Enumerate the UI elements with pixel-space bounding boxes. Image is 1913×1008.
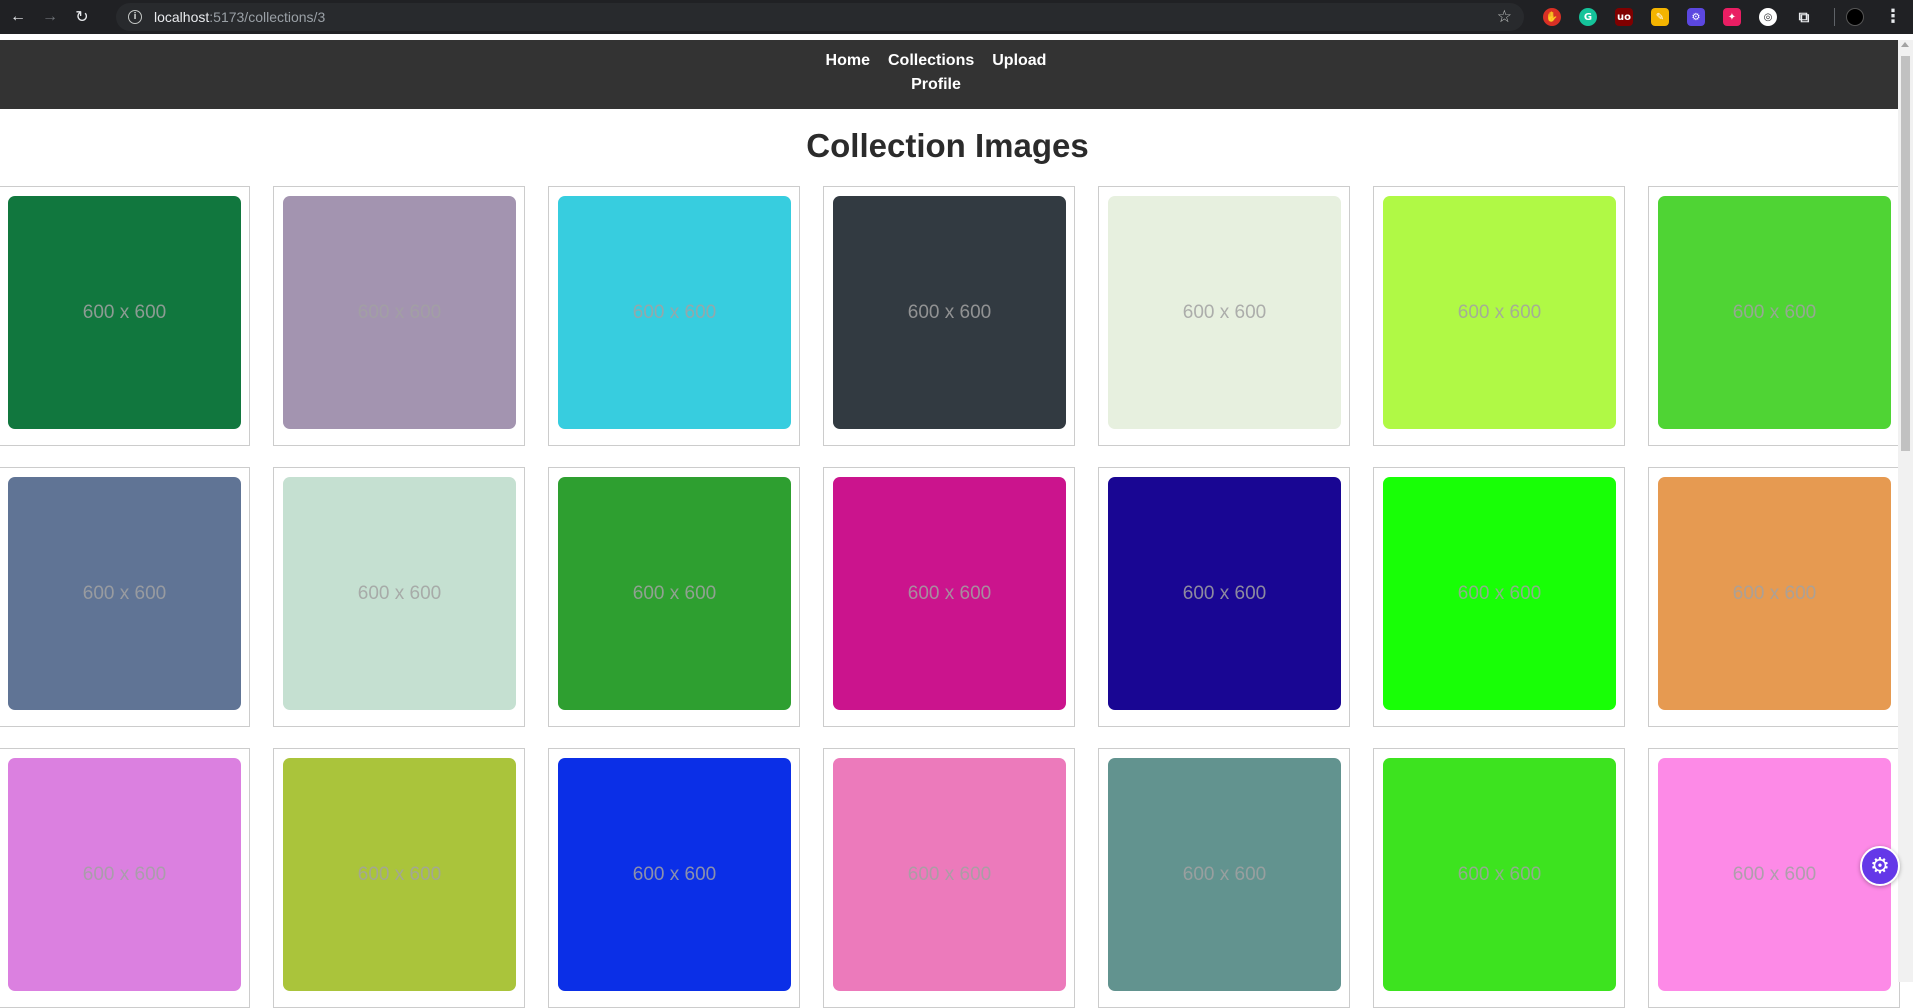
- placeholder-image[interactable]: 600 x 600: [558, 758, 791, 991]
- placeholder-image[interactable]: 600 x 600: [558, 196, 791, 429]
- placeholder-image[interactable]: 600 x 600: [1658, 477, 1891, 710]
- image-size-label: 600 x 600: [82, 863, 167, 885]
- placeholder-image[interactable]: 600 x 600: [833, 477, 1066, 710]
- profile-avatar[interactable]: [1846, 8, 1864, 26]
- url-host: localhost: [154, 9, 210, 25]
- image-size-label: 600 x 600: [1457, 582, 1542, 604]
- image-card[interactable]: 600 x 600: [0, 467, 250, 727]
- image-card[interactable]: 600 x 600: [548, 467, 800, 727]
- image-size-label: 600 x 600: [82, 582, 167, 604]
- image-card[interactable]: 600 x 600: [1098, 748, 1350, 1008]
- image-card[interactable]: 600 x 600: [823, 748, 1075, 1008]
- ublock-ext-icon[interactable]: uo: [1615, 8, 1633, 26]
- image-size-label: 600 x 600: [1457, 301, 1542, 323]
- gear-ext-icon[interactable]: ⚙: [1687, 8, 1705, 26]
- placeholder-image[interactable]: 600 x 600: [8, 196, 241, 429]
- page-scrollbar[interactable]: [1898, 40, 1913, 982]
- extensions-tray: ✋ Guo ✎ ⚙ ✦ ◎ ⧉: [1534, 0, 1822, 34]
- hand-ext-icon[interactable]: ✋: [1543, 8, 1561, 26]
- puzzle-extensions-icon[interactable]: ⧉: [1795, 8, 1813, 26]
- placeholder-image[interactable]: 600 x 600: [8, 758, 241, 991]
- nav-link-upload[interactable]: Upload: [992, 52, 1046, 70]
- image-size-label: 600 x 600: [1457, 863, 1542, 885]
- reload-icon[interactable]: ↻: [68, 3, 96, 31]
- image-size-label: 600 x 600: [907, 582, 992, 604]
- nav-link-home[interactable]: Home: [826, 52, 870, 70]
- image-size-label: 600 x 600: [632, 301, 717, 323]
- circle-ext-icon[interactable]: ◎: [1759, 8, 1777, 26]
- nav-link-profile[interactable]: Profile: [911, 76, 961, 94]
- placeholder-image[interactable]: 600 x 600: [833, 758, 1066, 991]
- grammarly-ext-icon[interactable]: G: [1579, 8, 1597, 26]
- image-card[interactable]: 600 x 600: [823, 467, 1075, 727]
- app-header: Home Collections Upload Profile: [0, 40, 1898, 109]
- image-card[interactable]: 600 x 600: [1098, 467, 1350, 727]
- image-card[interactable]: 600 x 600: [1373, 186, 1625, 446]
- bookmark-star-icon[interactable]: ☆: [1497, 7, 1512, 27]
- image-size-label: 600 x 600: [1182, 301, 1267, 323]
- image-card[interactable]: 600 x 600: [1648, 467, 1900, 727]
- image-card[interactable]: 600 x 600: [0, 748, 250, 1008]
- image-size-label: 600 x 600: [632, 582, 717, 604]
- image-card[interactable]: 600 x 600: [273, 748, 525, 1008]
- image-card[interactable]: 600 x 600: [273, 467, 525, 727]
- back-arrow-icon[interactable]: ←: [4, 3, 32, 31]
- image-card[interactable]: 600 x 600: [0, 186, 250, 446]
- address-bar[interactable]: i localhost:5173/collections/3 ☆: [116, 3, 1524, 31]
- image-card[interactable]: 600 x 600: [548, 186, 800, 446]
- image-card[interactable]: 600 x 600: [1098, 186, 1350, 446]
- placeholder-image[interactable]: 600 x 600: [283, 758, 516, 991]
- image-card[interactable]: 600 x 600: [1648, 748, 1900, 1008]
- image-size-label: 600 x 600: [1732, 582, 1817, 604]
- url-path: :5173/collections/3: [209, 9, 326, 25]
- browser-toolbar: ← → ↻ i localhost:5173/collections/3 ☆ ✋…: [0, 0, 1913, 34]
- site-info-icon[interactable]: i: [128, 10, 142, 24]
- placeholder-image[interactable]: 600 x 600: [283, 477, 516, 710]
- chrome-menu-icon[interactable]: ⋮: [1884, 6, 1902, 27]
- url-text[interactable]: localhost:5173/collections/3: [154, 9, 325, 25]
- placeholder-image[interactable]: 600 x 600: [8, 477, 241, 710]
- image-card[interactable]: 600 x 600: [1648, 186, 1900, 446]
- placeholder-image[interactable]: 600 x 600: [1383, 758, 1616, 991]
- image-size-label: 600 x 600: [1732, 863, 1817, 885]
- image-card[interactable]: 600 x 600: [548, 748, 800, 1008]
- image-size-label: 600 x 600: [357, 301, 442, 323]
- image-size-label: 600 x 600: [1182, 582, 1267, 604]
- image-size-label: 600 x 600: [82, 301, 167, 323]
- toolbar-separator: [1834, 8, 1835, 26]
- page-title: Collection Images: [806, 127, 1089, 164]
- image-card[interactable]: 600 x 600: [273, 186, 525, 446]
- image-size-label: 600 x 600: [357, 863, 442, 885]
- highlighter-ext-icon[interactable]: ✎: [1651, 8, 1669, 26]
- placeholder-image[interactable]: 600 x 600: [1108, 196, 1341, 429]
- image-size-label: 600 x 600: [1182, 863, 1267, 885]
- forward-arrow-icon[interactable]: →: [36, 3, 64, 31]
- image-card[interactable]: 600 x 600: [1373, 467, 1625, 727]
- scroll-thumb[interactable]: [1901, 56, 1910, 451]
- image-card[interactable]: 600 x 600: [823, 186, 1075, 446]
- placeholder-image[interactable]: 600 x 600: [1658, 758, 1891, 991]
- image-size-label: 600 x 600: [357, 582, 442, 604]
- nav-link-collections[interactable]: Collections: [888, 52, 974, 70]
- image-size-label: 600 x 600: [907, 301, 992, 323]
- colorpick-ext-icon[interactable]: ✦: [1723, 8, 1741, 26]
- placeholder-image[interactable]: 600 x 600: [1658, 196, 1891, 429]
- main-nav: Home Collections Upload Profile: [800, 52, 1072, 94]
- placeholder-image[interactable]: 600 x 600: [283, 196, 516, 429]
- settings-gear-icon[interactable]: ⚙: [1860, 846, 1900, 886]
- image-size-label: 600 x 600: [632, 863, 717, 885]
- image-size-label: 600 x 600: [907, 863, 992, 885]
- placeholder-image[interactable]: 600 x 600: [1108, 758, 1341, 991]
- placeholder-image[interactable]: 600 x 600: [1383, 477, 1616, 710]
- image-card[interactable]: 600 x 600: [1373, 748, 1625, 1008]
- image-size-label: 600 x 600: [1732, 301, 1817, 323]
- placeholder-image[interactable]: 600 x 600: [558, 477, 791, 710]
- placeholder-image[interactable]: 600 x 600: [833, 196, 1066, 429]
- placeholder-image[interactable]: 600 x 600: [1383, 196, 1616, 429]
- placeholder-image[interactable]: 600 x 600: [1108, 477, 1341, 710]
- scroll-up-arrow-icon[interactable]: [1901, 42, 1909, 47]
